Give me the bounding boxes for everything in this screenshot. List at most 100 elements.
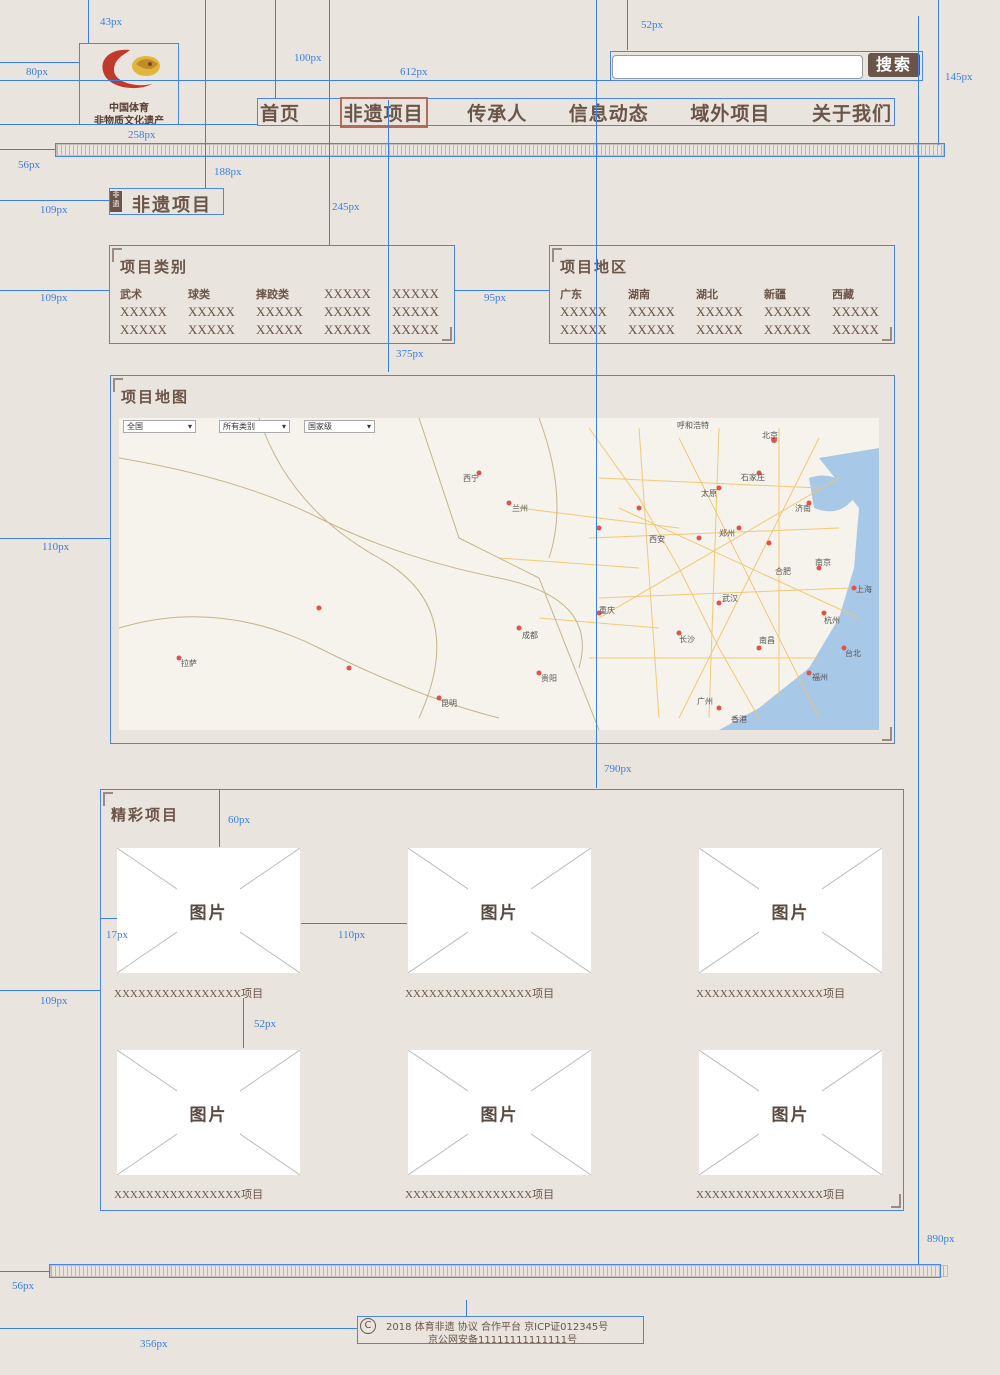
- category-link[interactable]: XXXXX: [392, 286, 460, 302]
- map-filter-category[interactable]: 所有类别: [219, 420, 290, 433]
- map-filter-scope[interactable]: 全国: [123, 420, 196, 433]
- nav-item-heritage-projects[interactable]: 非遗项目: [339, 96, 428, 128]
- map-place-label: 广州: [697, 696, 713, 706]
- guide-line: [454, 290, 549, 291]
- map-place-label: 香港: [731, 714, 747, 724]
- image-placeholder-text: 图片: [771, 1105, 810, 1125]
- category-link[interactable]: XXXXX: [120, 322, 188, 338]
- guide-label: 890px: [927, 1233, 955, 1245]
- featured-image[interactable]: 图片: [408, 1050, 591, 1175]
- category-link[interactable]: XXXXX: [392, 304, 460, 320]
- featured-image[interactable]: 图片: [408, 848, 591, 973]
- search-button[interactable]: 搜索: [868, 53, 920, 77]
- section-title-text: 非遗项目: [132, 195, 212, 216]
- guide-label: 52px: [254, 1018, 276, 1030]
- featured-image[interactable]: 图片: [699, 1050, 882, 1175]
- category-link[interactable]: 球类: [188, 286, 256, 302]
- category-link[interactable]: XXXXX: [120, 304, 188, 320]
- guide-label: 109px: [40, 292, 68, 304]
- region-link[interactable]: XXXXX: [764, 304, 832, 320]
- region-link[interactable]: XXXXX: [832, 304, 900, 320]
- guide-label: 109px: [40, 995, 68, 1007]
- search-input[interactable]: [612, 55, 863, 79]
- region-panel: 项目地区 广东 湖南 湖北 新疆 西藏 XXXXX XXXXX XXXXX XX…: [549, 245, 895, 344]
- bottom-divider-frame: [49, 1264, 941, 1278]
- category-link[interactable]: XXXXX: [392, 322, 460, 338]
- featured-image[interactable]: 图片: [699, 848, 882, 973]
- region-link[interactable]: 西藏: [832, 286, 900, 302]
- logo[interactable]: 中国体育 非物质文化遗产: [79, 43, 179, 127]
- map-place-label: 福州: [812, 673, 828, 682]
- category-link[interactable]: XXXXX: [324, 322, 392, 338]
- guide-line: [466, 1300, 467, 1316]
- category-link[interactable]: XXXXX: [188, 322, 256, 338]
- guide-label: 100px: [294, 52, 322, 64]
- region-link[interactable]: 新疆: [764, 286, 832, 302]
- nav-item-overseas-projects[interactable]: 域外项目: [688, 99, 772, 126]
- footer: C 2018 体育非遗 协议 合作平台 京ICP证012345号 京公网安备11…: [357, 1316, 644, 1346]
- category-link[interactable]: 武术: [120, 286, 188, 302]
- category-link[interactable]: XXXXX: [188, 304, 256, 320]
- map-panel-title: 项目地图: [121, 388, 190, 406]
- guide-label: 188px: [214, 166, 242, 178]
- guide-label: 80px: [26, 66, 48, 78]
- map-place-label: 北京: [762, 430, 778, 440]
- guide-label: 375px: [396, 348, 424, 360]
- region-link[interactable]: XXXXX: [832, 322, 900, 338]
- region-link[interactable]: XXXXX: [628, 322, 696, 338]
- featured-caption[interactable]: XXXXXXXXXXXXXXXX项目: [696, 985, 886, 1001]
- guide-label: 110px: [42, 541, 70, 553]
- region-link[interactable]: XXXXX: [560, 322, 628, 338]
- guide-line: [205, 0, 206, 188]
- map-place-label: 太原: [701, 488, 717, 498]
- guide-label: 60px: [228, 814, 250, 826]
- nav-item-inheritors[interactable]: 传承人: [465, 99, 529, 126]
- map-place-label: 南京: [815, 557, 831, 567]
- image-placeholder-text: 图片: [189, 1105, 228, 1125]
- map-place-label: 西安: [649, 534, 665, 544]
- map-place-label: 合肥: [775, 566, 791, 576]
- guide-label: 95px: [484, 292, 506, 304]
- region-link[interactable]: 湖南: [628, 286, 696, 302]
- map-place-label: 长沙: [679, 634, 695, 644]
- region-link[interactable]: XXXXX: [696, 322, 764, 338]
- featured-caption[interactable]: XXXXXXXXXXXXXXXX项目: [405, 985, 595, 1001]
- map-place-label: 西宁: [463, 473, 479, 483]
- featured-caption[interactable]: XXXXXXXXXXXXXXXX项目: [114, 985, 304, 1001]
- category-link[interactable]: XXXXX: [324, 304, 392, 320]
- guide-line: [0, 990, 100, 991]
- guide-label: 145px: [945, 71, 973, 83]
- category-grid: 武术 球类 摔跤类 XXXXX XXXXX XXXXX XXXXX XXXXX …: [120, 286, 460, 338]
- featured-caption[interactable]: XXXXXXXXXXXXXXXX项目: [696, 1186, 886, 1202]
- guide-line: [596, 0, 597, 788]
- guide-label: 245px: [332, 201, 360, 213]
- category-link[interactable]: 摔跤类: [256, 286, 324, 302]
- map-place-label: 杭州: [824, 615, 840, 625]
- logo-emblem-icon: [102, 49, 160, 89]
- map-place-label: 济南: [795, 503, 811, 513]
- region-link[interactable]: XXXXX: [560, 304, 628, 320]
- featured-caption[interactable]: XXXXXXXXXXXXXXXX项目: [114, 1186, 304, 1202]
- featured-caption[interactable]: XXXXXXXXXXXXXXXX项目: [405, 1186, 595, 1202]
- project-map[interactable]: 北京 石家庄 太原 济南 郑州 西安 合肥 南京 上海 杭州 武汉 长沙 南昌 …: [119, 418, 879, 730]
- nav-item-news[interactable]: 信息动态: [567, 99, 651, 126]
- nav-item-home[interactable]: 首页: [258, 99, 302, 126]
- region-link[interactable]: XXXXX: [696, 304, 764, 320]
- guide-line: [0, 149, 55, 150]
- region-link[interactable]: XXXXX: [764, 322, 832, 338]
- region-link[interactable]: XXXXX: [628, 304, 696, 320]
- guide-line: [0, 62, 79, 63]
- map-place-label: 昆明: [441, 699, 457, 708]
- nav-item-about-us[interactable]: 关于我们: [810, 99, 894, 126]
- section-tag: 非遗: [110, 191, 122, 212]
- region-link[interactable]: 广东: [560, 286, 628, 302]
- featured-image[interactable]: 图片: [117, 1050, 300, 1175]
- featured-image[interactable]: 图片: [117, 848, 300, 973]
- category-link[interactable]: XXXXX: [324, 286, 392, 302]
- map-filter-level[interactable]: 国家级: [304, 420, 375, 433]
- image-placeholder-text: 图片: [771, 903, 810, 923]
- image-placeholder-text: 图片: [480, 1105, 519, 1125]
- category-link[interactable]: XXXXX: [256, 304, 324, 320]
- region-link[interactable]: 湖北: [696, 286, 764, 302]
- category-link[interactable]: XXXXX: [256, 322, 324, 338]
